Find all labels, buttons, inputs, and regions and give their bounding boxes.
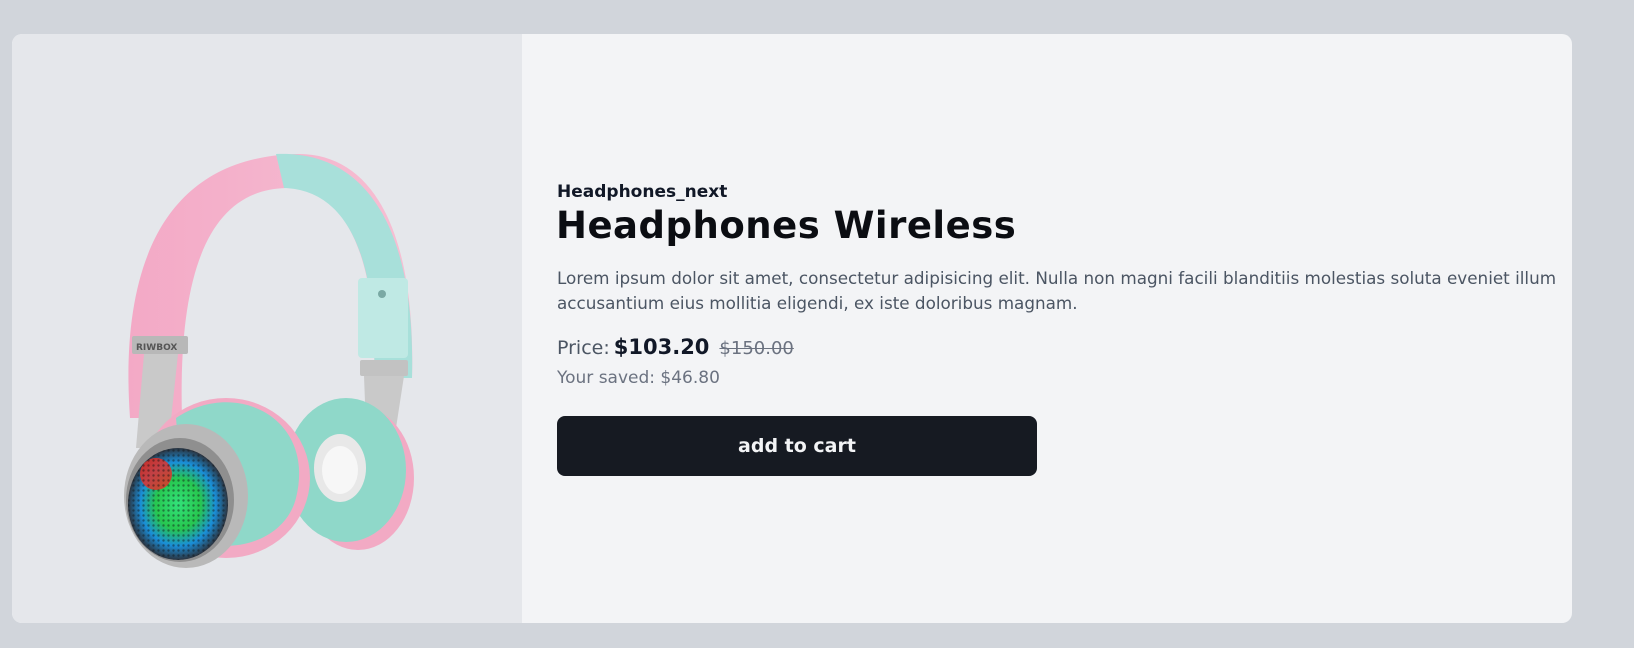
current-price: $103.20 xyxy=(613,335,710,359)
savings-text: Your saved: $46.80 xyxy=(557,368,720,388)
product-image-pane: RIWBOX xyxy=(12,34,522,623)
add-to-cart-button[interactable]: add to cart xyxy=(557,416,1037,476)
product-title: Headphones Wireless xyxy=(556,204,1017,247)
price-row: Price: $103.20 $150.00 xyxy=(557,335,794,359)
product-brand: Headphones_next xyxy=(557,182,728,202)
product-info: Headphones_next Headphones Wireless Lore… xyxy=(522,34,1572,623)
original-price: $150.00 xyxy=(719,338,794,359)
image-brand-text: RIWBOX xyxy=(136,343,177,353)
price-label: Price: xyxy=(557,337,610,359)
product-image: RIWBOX xyxy=(124,153,414,568)
product-description: Lorem ipsum dolor sit amet, consectetur … xyxy=(557,268,1557,313)
product-card: RIWBOX Headphones_next Headphones Wirele xyxy=(12,34,1572,623)
